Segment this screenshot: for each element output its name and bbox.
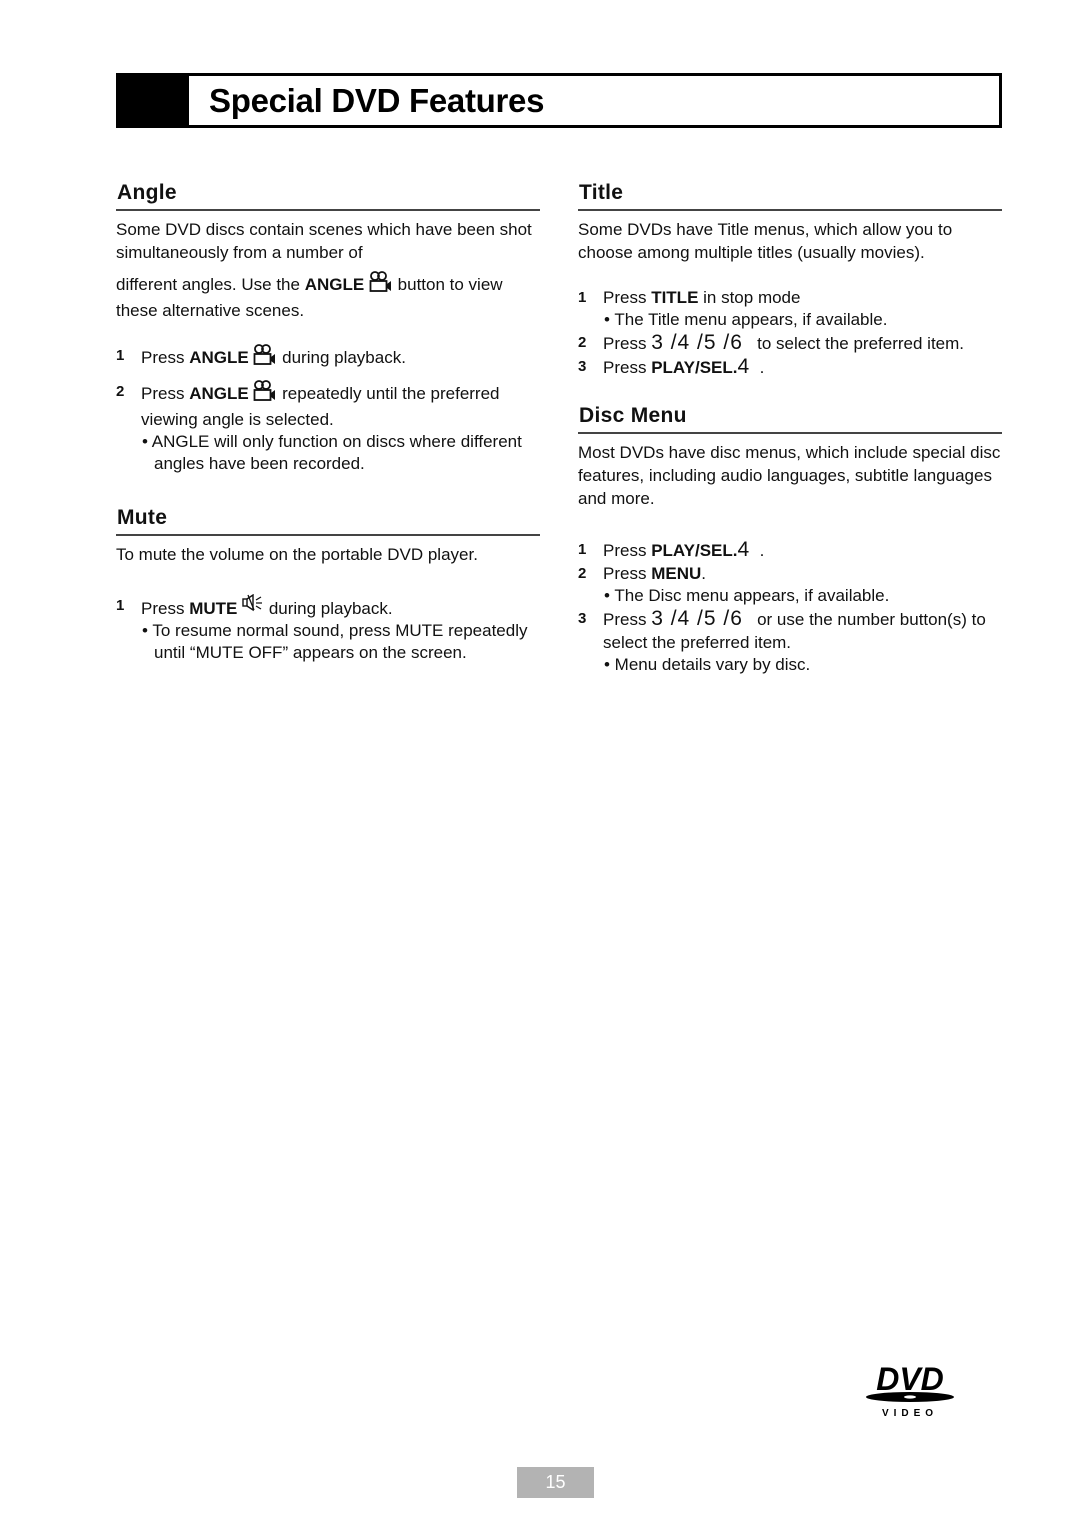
step-text: Press (603, 541, 652, 560)
step-text: during playback. (264, 599, 393, 618)
disc-menu-step-3: 3 Press 3 /4 /5 /6 or use the number but… (578, 607, 1002, 654)
mute-key-label: MUTE (189, 599, 238, 618)
step-text: Press (603, 288, 652, 307)
angle-step-2: 2 Press ANGLE repeatedly until the prefe… (116, 380, 540, 431)
disc-menu-steps: 1 Press PLAY/SEL.4 . 2 Press MENU. • The… (578, 538, 1002, 676)
step-number: 1 (578, 289, 587, 306)
title-step-1: 1 Press TITLE in stop mode (578, 286, 1002, 309)
step-text: Press (603, 334, 652, 353)
camera-icon (253, 344, 277, 372)
step-text: in stop mode (698, 288, 801, 307)
angle-step-1: 1 Press ANGLE during playback. (116, 344, 540, 372)
step-text: Press (603, 610, 652, 629)
camera-icon (369, 271, 393, 299)
title-step-3: 3 Press PLAY/SEL.4 . (578, 355, 1002, 379)
dvd-logo-subtext: VIDEO (882, 1408, 938, 1419)
disc-menu-note-2: • Menu details vary by disc. (604, 655, 811, 674)
step-number: 3 (578, 358, 587, 375)
step-number: 1 (116, 597, 125, 614)
angle-key-label: ANGLE (304, 275, 365, 294)
angle-key-label: ANGLE (189, 348, 249, 367)
play-sel-key-label: PLAY/SEL. (651, 541, 738, 560)
dvd-logo-disc-hole (904, 1395, 916, 1399)
step-number: 2 (116, 383, 125, 400)
title-key-label: TITLE (651, 288, 699, 307)
page-title: Special DVD Features (209, 82, 545, 119)
arrow-keys-glyphs: 3 /4 /5 /6 (651, 331, 743, 354)
mute-step-1: 1 Press MUTE during playback. (116, 593, 540, 620)
play-glyph: 4 (737, 538, 751, 561)
step-number: 2 (578, 565, 587, 582)
camera-icon (253, 380, 277, 408)
step-text: . (750, 358, 765, 377)
title-steps: 1 Press TITLE in stop mode • The Title m… (578, 286, 1002, 379)
step-text: Press (603, 358, 652, 377)
title-heading: Title (578, 180, 1002, 211)
angle-heading: Angle (116, 180, 540, 211)
step-number: 1 (578, 541, 587, 558)
step-text: Press (603, 564, 652, 583)
disc-menu-step-1: 1 Press PLAY/SEL.4 . (578, 538, 1002, 562)
title-step-2: 2 Press 3 /4 /5 /6 to select the preferr… (578, 331, 1002, 355)
header-black-block (119, 76, 189, 125)
mute-heading: Mute (116, 505, 540, 536)
step-text: . (701, 564, 706, 583)
disc-menu-note-1: • The Disc menu appears, if available. (604, 586, 890, 605)
step-text: Press (141, 348, 190, 367)
dvd-logo-text: DVD (876, 1361, 944, 1397)
left-column: Angle Some DVD discs contain scenes whic… (116, 180, 540, 664)
step-number: 2 (578, 334, 587, 351)
step-text: during playback. (277, 348, 406, 367)
disc-menu-intro: Most DVDs have disc menus, which include… (578, 443, 1001, 508)
angle-intro-line2: different angles. Use the ANGLE button t… (116, 271, 540, 322)
disc-menu-step-2: 2 Press MENU. (578, 562, 1002, 585)
play-sel-key-label: PLAY/SEL. (651, 358, 738, 377)
dvd-video-logo: DVD VIDEO (862, 1360, 958, 1420)
mute-speaker-icon (242, 593, 264, 618)
step-number: 1 (116, 347, 125, 364)
arrow-keys-glyphs: 3 /4 /5 /6 (651, 607, 743, 630)
angle-steps: 1 Press ANGLE during playback. 2 Press A… (116, 344, 540, 431)
angle-section: Angle Some DVD discs contain scenes whic… (116, 180, 540, 475)
angle-note: • ANGLE will only function on discs wher… (142, 432, 522, 473)
angle-key-label: ANGLE (189, 384, 249, 403)
step-text: Press (141, 599, 190, 618)
menu-key-label: MENU (651, 564, 702, 583)
mute-section: Mute To mute the volume on the portable … (116, 505, 540, 664)
angle-intro-pre: different angles. Use the (116, 275, 305, 294)
angle-intro: Some DVD discs contain scenes which have… (116, 218, 540, 322)
step-text: to select the preferred item. (742, 334, 965, 353)
disc-menu-heading: Disc Menu (578, 403, 1002, 434)
step-text: Press (141, 384, 190, 403)
page-header: Special DVD Features (116, 73, 1002, 128)
mute-note: • To resume normal sound, press MUTE rep… (142, 621, 528, 662)
title-section: Title Some DVDs have Title menus, which … (578, 180, 1002, 379)
step-number: 3 (578, 610, 587, 627)
mute-steps: 1 Press MUTE during playback. (116, 593, 540, 620)
play-glyph: 4 (737, 355, 751, 378)
angle-intro-text: Some DVD discs contain scenes which have… (116, 220, 532, 262)
title-note: • The Title menu appears, if available. (604, 310, 888, 329)
right-column: Title Some DVDs have Title menus, which … (578, 180, 1002, 676)
page-number: 15 (517, 1467, 594, 1498)
step-text: . (750, 541, 765, 560)
title-intro: Some DVDs have Title menus, which allow … (578, 220, 953, 262)
mute-intro: To mute the volume on the portable DVD p… (116, 545, 478, 564)
disc-menu-section: Disc Menu Most DVDs have disc menus, whi… (578, 403, 1002, 676)
